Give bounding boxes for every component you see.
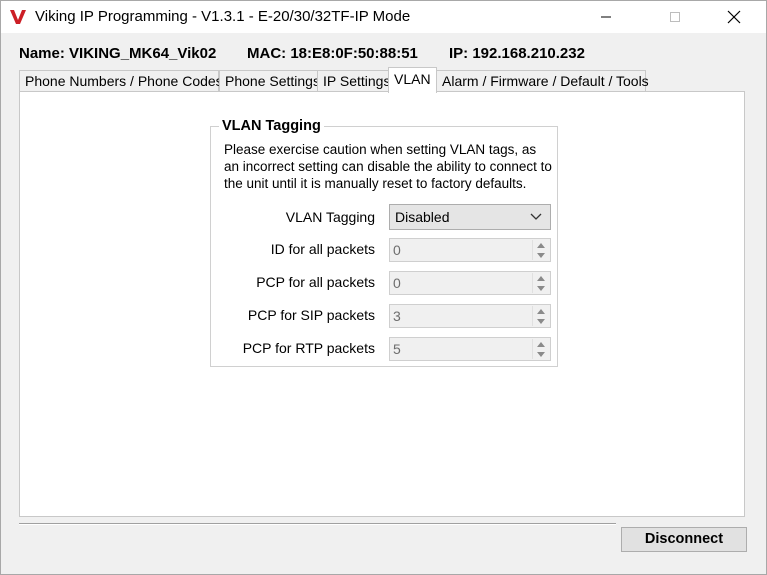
tab-phone-numbers[interactable]: Phone Numbers / Phone Codes xyxy=(19,70,223,92)
vlan-tagging-group: VLAN Tagging Please exercise caution whe… xyxy=(210,118,558,367)
vlan-tagging-value: Disabled xyxy=(395,209,450,225)
spin-down-icon[interactable] xyxy=(533,349,549,359)
pcp-sip-packets-value: 3 xyxy=(393,308,401,324)
spinner-arrows xyxy=(532,240,549,260)
close-icon xyxy=(727,10,741,24)
viking-logo-icon xyxy=(10,10,26,24)
tab-alarm-firmware[interactable]: Alarm / Firmware / Default / Tools xyxy=(436,70,649,92)
pcp-rtp-packets-spinner[interactable]: 5 xyxy=(389,337,551,361)
close-button[interactable] xyxy=(711,1,757,33)
spin-up-icon[interactable] xyxy=(533,273,549,283)
spin-up-icon[interactable] xyxy=(533,306,549,316)
caution-text: Please exercise caution when setting VLA… xyxy=(224,142,552,191)
spinner-arrows xyxy=(532,273,549,293)
tab-ip-settings[interactable]: IP Settings xyxy=(317,70,390,92)
status-separator xyxy=(19,523,616,525)
id-all-packets-label: ID for all packets xyxy=(270,241,375,257)
group-title: VLAN Tagging xyxy=(219,118,324,134)
pcp-sip-packets-label: PCP for SIP packets xyxy=(247,307,375,323)
minimize-icon xyxy=(601,16,611,18)
spin-down-icon[interactable] xyxy=(533,250,549,260)
pcp-rtp-packets-label: PCP for RTP packets xyxy=(242,340,375,356)
device-mac: MAC: 18:E8:0F:50:88:51 xyxy=(247,45,418,62)
id-all-packets-value: 0 xyxy=(393,242,401,258)
vlan-tagging-select[interactable]: Disabled xyxy=(389,204,551,230)
window-title: Viking IP Programming - V1.3.1 - E-20/30… xyxy=(35,8,411,25)
spin-up-icon[interactable] xyxy=(533,339,549,349)
app-window: Viking IP Programming - V1.3.1 - E-20/30… xyxy=(0,0,767,575)
spin-down-icon[interactable] xyxy=(533,283,549,293)
tab-phone-settings[interactable]: Phone Settings xyxy=(219,70,320,92)
minimize-button[interactable] xyxy=(583,1,629,33)
id-all-packets-spinner[interactable]: 0 xyxy=(389,238,551,262)
maximize-icon xyxy=(670,12,680,22)
title-bar: Viking IP Programming - V1.3.1 - E-20/30… xyxy=(1,1,766,33)
pcp-all-packets-label: PCP for all packets xyxy=(256,274,375,290)
disconnect-button[interactable]: Disconnect xyxy=(621,527,747,552)
maximize-button[interactable] xyxy=(652,1,698,33)
spinner-arrows xyxy=(532,306,549,326)
chevron-down-icon xyxy=(530,213,542,220)
device-ip: IP: 192.168.210.232 xyxy=(449,45,585,62)
spin-up-icon[interactable] xyxy=(533,240,549,250)
spinner-arrows xyxy=(532,339,549,359)
spin-down-icon[interactable] xyxy=(533,316,549,326)
device-name: Name: VIKING_MK64_Vik02 xyxy=(19,45,217,62)
vlan-tab-panel: VLAN Tagging Please exercise caution whe… xyxy=(19,91,745,517)
pcp-sip-packets-spinner[interactable]: 3 xyxy=(389,304,551,328)
vlan-tagging-label: VLAN Tagging xyxy=(285,209,375,225)
pcp-all-packets-value: 0 xyxy=(393,275,401,291)
tab-vlan[interactable]: VLAN xyxy=(388,67,437,93)
pcp-rtp-packets-value: 5 xyxy=(393,341,401,357)
pcp-all-packets-spinner[interactable]: 0 xyxy=(389,271,551,295)
